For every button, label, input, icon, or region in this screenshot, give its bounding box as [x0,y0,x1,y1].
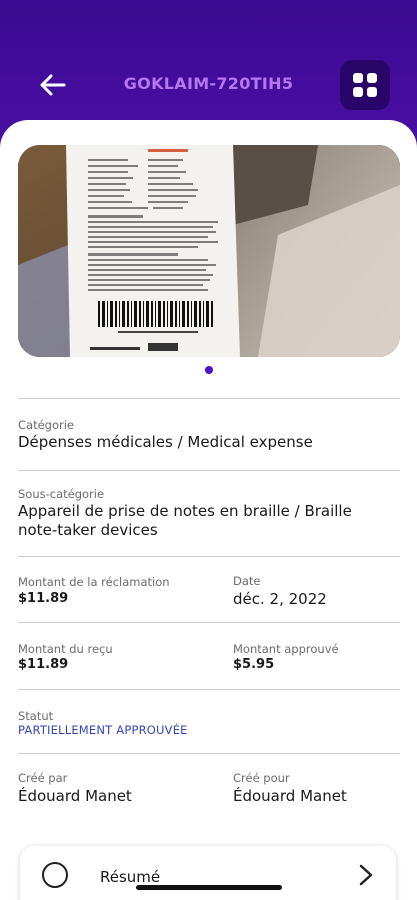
divider [18,398,400,399]
created-by-value: Édouard Manet [18,787,132,805]
subcategory-value-line1: Appareil de prise de notes en braille / … [18,502,352,520]
subcategory-value-line2: note-taker devices [18,521,158,539]
receipt-amount-value: $11.89 [18,657,69,672]
menu-button[interactable] [340,60,390,110]
category-label: Catégorie [18,418,74,432]
receipt-amount-label: Montant du reçu [18,642,113,656]
carousel-indicator[interactable] [205,366,213,374]
date-label: Date [233,574,261,588]
summary-card[interactable]: Résumé [20,846,396,900]
divider [18,470,400,471]
divider [18,622,400,623]
grid-icon [353,73,377,97]
created-for-label: Créé pour [233,771,290,785]
info-circle-icon [42,862,68,888]
summary-label: Résumé [100,868,161,886]
category-value: Dépenses médicales / Medical expense [18,433,313,451]
divider [18,556,400,557]
chevron-right-icon [359,864,373,886]
receipt-image [18,145,400,357]
created-by-label: Créé par [18,771,68,785]
approved-amount-value: $5.95 [233,657,275,672]
divider [18,689,400,690]
approved-amount-label: Montant approuvé [233,642,339,656]
created-for-value: Édouard Manet [233,787,347,805]
subcategory-label: Sous-catégorie [18,487,105,501]
status-label: Statut [18,709,54,723]
claim-amount-label: Montant de la réclamation [18,575,170,589]
divider [18,753,400,754]
claim-amount-value: $11.89 [18,591,69,606]
date-value: déc. 2, 2022 [233,590,327,608]
status-value: PARTIELLEMENT APPROUVÉE [18,723,188,737]
home-indicator[interactable] [136,885,282,890]
receipt-photo[interactable] [18,145,400,357]
